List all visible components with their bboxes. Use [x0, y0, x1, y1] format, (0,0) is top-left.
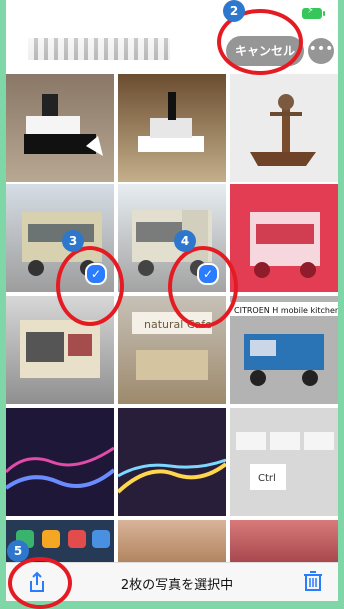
photo-tile[interactable] — [230, 184, 338, 292]
carrier-text: 圏外 — [18, 10, 38, 21]
more-options-button[interactable]: ••• — [308, 38, 334, 64]
photo-tile[interactable]: Ctrl — [230, 408, 338, 516]
svg-text:CITROEN H mobile kitchen: CITROEN H mobile kitchen — [234, 306, 338, 315]
step-badge: 3 — [62, 230, 84, 252]
svg-text:Ctrl: Ctrl — [258, 473, 276, 484]
photo-grid: ✓ ✓ natural Cafe CITROEN H mobile kitche… — [6, 74, 338, 562]
step-badge: 2 — [223, 0, 245, 22]
photo-tile[interactable] — [230, 520, 338, 562]
blurred-title — [28, 38, 170, 60]
selection-count-text: 2枚の写真を選択中 — [120, 578, 234, 593]
clock-text: 8:19 — [156, 4, 186, 18]
trash-icon — [304, 571, 322, 591]
battery-icon: ⚡ — [302, 5, 325, 19]
photo-tile[interactable] — [118, 74, 226, 182]
annotation-circle — [168, 246, 238, 328]
step-badge: 5 — [7, 540, 29, 562]
annotation-circle — [56, 246, 124, 326]
step-badge: 4 — [174, 230, 196, 252]
trash-button[interactable] — [302, 569, 324, 593]
annotation-circle — [8, 557, 72, 609]
photo-tile[interactable] — [6, 408, 114, 516]
wifi-icon — [46, 4, 62, 19]
photo-tile[interactable]: CITROEN H mobile kitchen — [230, 296, 338, 404]
photo-tile[interactable] — [118, 408, 226, 516]
charging-symbol: ⚡ — [307, 5, 315, 16]
photo-tile[interactable] — [230, 74, 338, 182]
photo-tile[interactable] — [6, 74, 114, 182]
photo-tile[interactable] — [118, 520, 226, 562]
